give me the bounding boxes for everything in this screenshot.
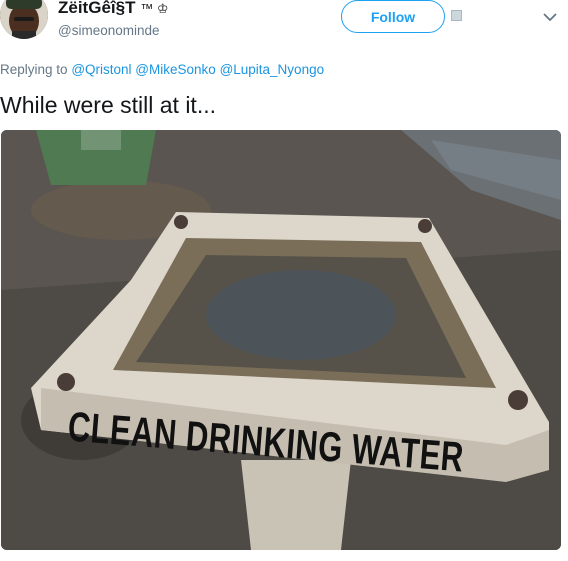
chevron-down-icon[interactable] bbox=[542, 9, 558, 25]
tweet-photo[interactable] bbox=[1, 130, 561, 550]
mention-link[interactable]: @Lupita_Nyongo bbox=[220, 62, 325, 77]
mention-link[interactable]: @MikeSonko bbox=[135, 62, 216, 77]
avatar[interactable] bbox=[0, 0, 48, 39]
reply-context: Replying to @Qristonl @MikeSonko @Lupita… bbox=[0, 62, 324, 77]
display-name-text: ZëitGêî§T bbox=[58, 0, 136, 17]
user-handle[interactable]: @simeonominde bbox=[58, 23, 160, 38]
display-name-suffix: ™ ♔ bbox=[140, 1, 169, 16]
follow-button[interactable]: Follow bbox=[341, 0, 445, 33]
mention-link[interactable]: @Qristonl bbox=[71, 62, 131, 77]
display-name[interactable]: ZëitGêî§T ™ ♔ bbox=[58, 0, 168, 18]
follow-badge-icon bbox=[451, 10, 462, 21]
reply-prefix: Replying to bbox=[0, 62, 68, 77]
tweet-text: While were still at it... bbox=[0, 92, 216, 118]
